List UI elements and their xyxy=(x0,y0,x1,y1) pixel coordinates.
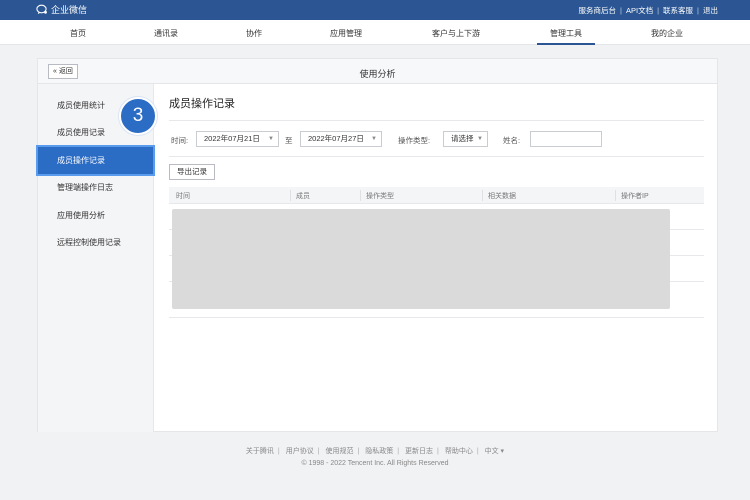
operation-type-label: 操作类型: xyxy=(398,136,431,145)
column-separator xyxy=(290,190,291,201)
end-date-value: 2022年07月27日 xyxy=(308,134,364,143)
main-nav: 首页 通讯录 协作 应用管理 客户与上下游 管理工具 我的企业 xyxy=(0,20,750,45)
end-date-picker[interactable]: 2022年07月27日 ▼ xyxy=(300,131,382,147)
export-records-button[interactable]: 导出记录 xyxy=(169,164,215,180)
page-title: 成员操作记录 xyxy=(169,98,235,110)
panel-title: 使用分析 xyxy=(359,69,396,79)
dropdown-arrow-icon: ▼ xyxy=(371,136,377,142)
name-input[interactable] xyxy=(530,131,602,147)
separator: | xyxy=(357,448,360,455)
separator: | xyxy=(277,448,280,455)
api-docs-link[interactable]: API文档 xyxy=(626,5,653,16)
sidebar-item-app-usage-analysis[interactable]: 应用使用分析 xyxy=(38,202,154,229)
redacted-table-content xyxy=(172,209,670,309)
sidebar-item-remote-control-records[interactable]: 远程控制使用记录 xyxy=(38,229,154,256)
sidebar-item-member-operation-records[interactable]: 成员操作记录 xyxy=(36,145,155,176)
nav-home[interactable]: 首页 xyxy=(70,28,86,39)
separator: | xyxy=(697,6,699,15)
nav-collaboration[interactable]: 协作 xyxy=(246,28,262,39)
main-content: 成员操作记录 时间: 2022年07月21日 ▼ 至 2022年07月27日 ▼… xyxy=(169,84,704,432)
separator: | xyxy=(317,448,320,455)
column-header-related-data: 相关数据 xyxy=(488,193,516,200)
filter-bar: 时间: 2022年07月21日 ▼ 至 2022年07月27日 ▼ 操作类型: … xyxy=(169,131,704,147)
footer-link-usage-rules[interactable]: 使用规范 xyxy=(325,448,353,455)
wecom-logo-icon xyxy=(36,4,48,15)
column-header-member: 成员 xyxy=(296,193,310,200)
app-name: 企业微信 xyxy=(51,5,88,15)
footer-link-about[interactable]: 关于腾讯 xyxy=(246,448,274,455)
column-separator xyxy=(360,190,361,201)
sidebar-item-admin-operation-log[interactable]: 管理端操作日志 xyxy=(38,174,154,201)
top-bar: 企业微信 服务商后台 | API文档 | 联系客服 | 退出 xyxy=(0,0,750,20)
separator: | xyxy=(620,6,622,15)
name-label: 姓名: xyxy=(503,136,521,145)
app-logo[interactable]: 企业微信 xyxy=(36,3,87,16)
footer-link-changelog[interactable]: 更新日志 xyxy=(405,448,433,455)
table-row-divider xyxy=(169,317,704,318)
dropdown-arrow-icon: ▼ xyxy=(268,136,274,142)
operation-type-value: 请选择 xyxy=(451,134,474,143)
copyright-text: © 1998 - 2022 Tencent Inc. All Rights Re… xyxy=(301,460,449,467)
nav-management-tools[interactable]: 管理工具 xyxy=(550,28,582,39)
service-provider-link[interactable]: 服务商后台 xyxy=(579,5,617,16)
start-date-picker[interactable]: 2022年07月21日 ▼ xyxy=(196,131,279,147)
sidebar: 成员使用统计 成员使用记录 成员操作记录 管理端操作日志 应用使用分析 远程控制… xyxy=(36,84,155,432)
nav-my-company[interactable]: 我的企业 xyxy=(651,28,683,39)
active-nav-indicator xyxy=(537,43,595,45)
contact-support-link[interactable]: 联系客服 xyxy=(663,5,693,16)
separator: | xyxy=(657,6,660,15)
language-selector[interactable]: 中文 ▾ xyxy=(485,448,504,455)
column-header-operator-ip: 操作者IP xyxy=(621,193,649,200)
divider xyxy=(169,156,704,157)
time-label: 时间: xyxy=(171,136,189,145)
column-header-operation-type: 操作类型 xyxy=(366,193,394,200)
top-links: 服务商后台 | API文档 | 联系客服 | 退出 xyxy=(579,5,718,16)
table-header: 时间 成员 操作类型 相关数据 操作者IP xyxy=(169,187,704,204)
footer-links: 关于腾讯 | 用户协议 | 使用规范 | 隐私政策 | 更新日志 | 帮助中心 | 中文 ▾ xyxy=(0,446,750,456)
footer-link-user-agreement[interactable]: 用户协议 xyxy=(286,448,314,455)
operation-type-select[interactable]: 请选择 ▼ xyxy=(443,131,488,147)
panel-header: « 返回 使用分析 xyxy=(38,59,717,84)
footer-link-privacy[interactable]: 隐私政策 xyxy=(365,448,393,455)
separator: | xyxy=(437,448,439,455)
column-separator xyxy=(615,190,616,201)
start-date-value: 2022年07月21日 xyxy=(204,134,260,143)
divider xyxy=(169,120,704,121)
nav-customers[interactable]: 客户与上下游 xyxy=(432,28,480,39)
step-number-badge: 3 xyxy=(119,97,157,135)
to-label: 至 xyxy=(285,136,293,145)
separator: | xyxy=(397,448,400,455)
separator: | xyxy=(476,448,479,455)
column-separator xyxy=(482,190,483,201)
logout-link[interactable]: 退出 xyxy=(703,5,718,16)
nav-app-management[interactable]: 应用管理 xyxy=(330,28,362,39)
column-header-time: 时间 xyxy=(176,193,190,200)
nav-contacts[interactable]: 通讯录 xyxy=(154,28,178,39)
dropdown-arrow-icon: ▼ xyxy=(477,136,483,142)
footer-link-help[interactable]: 帮助中心 xyxy=(445,448,473,455)
